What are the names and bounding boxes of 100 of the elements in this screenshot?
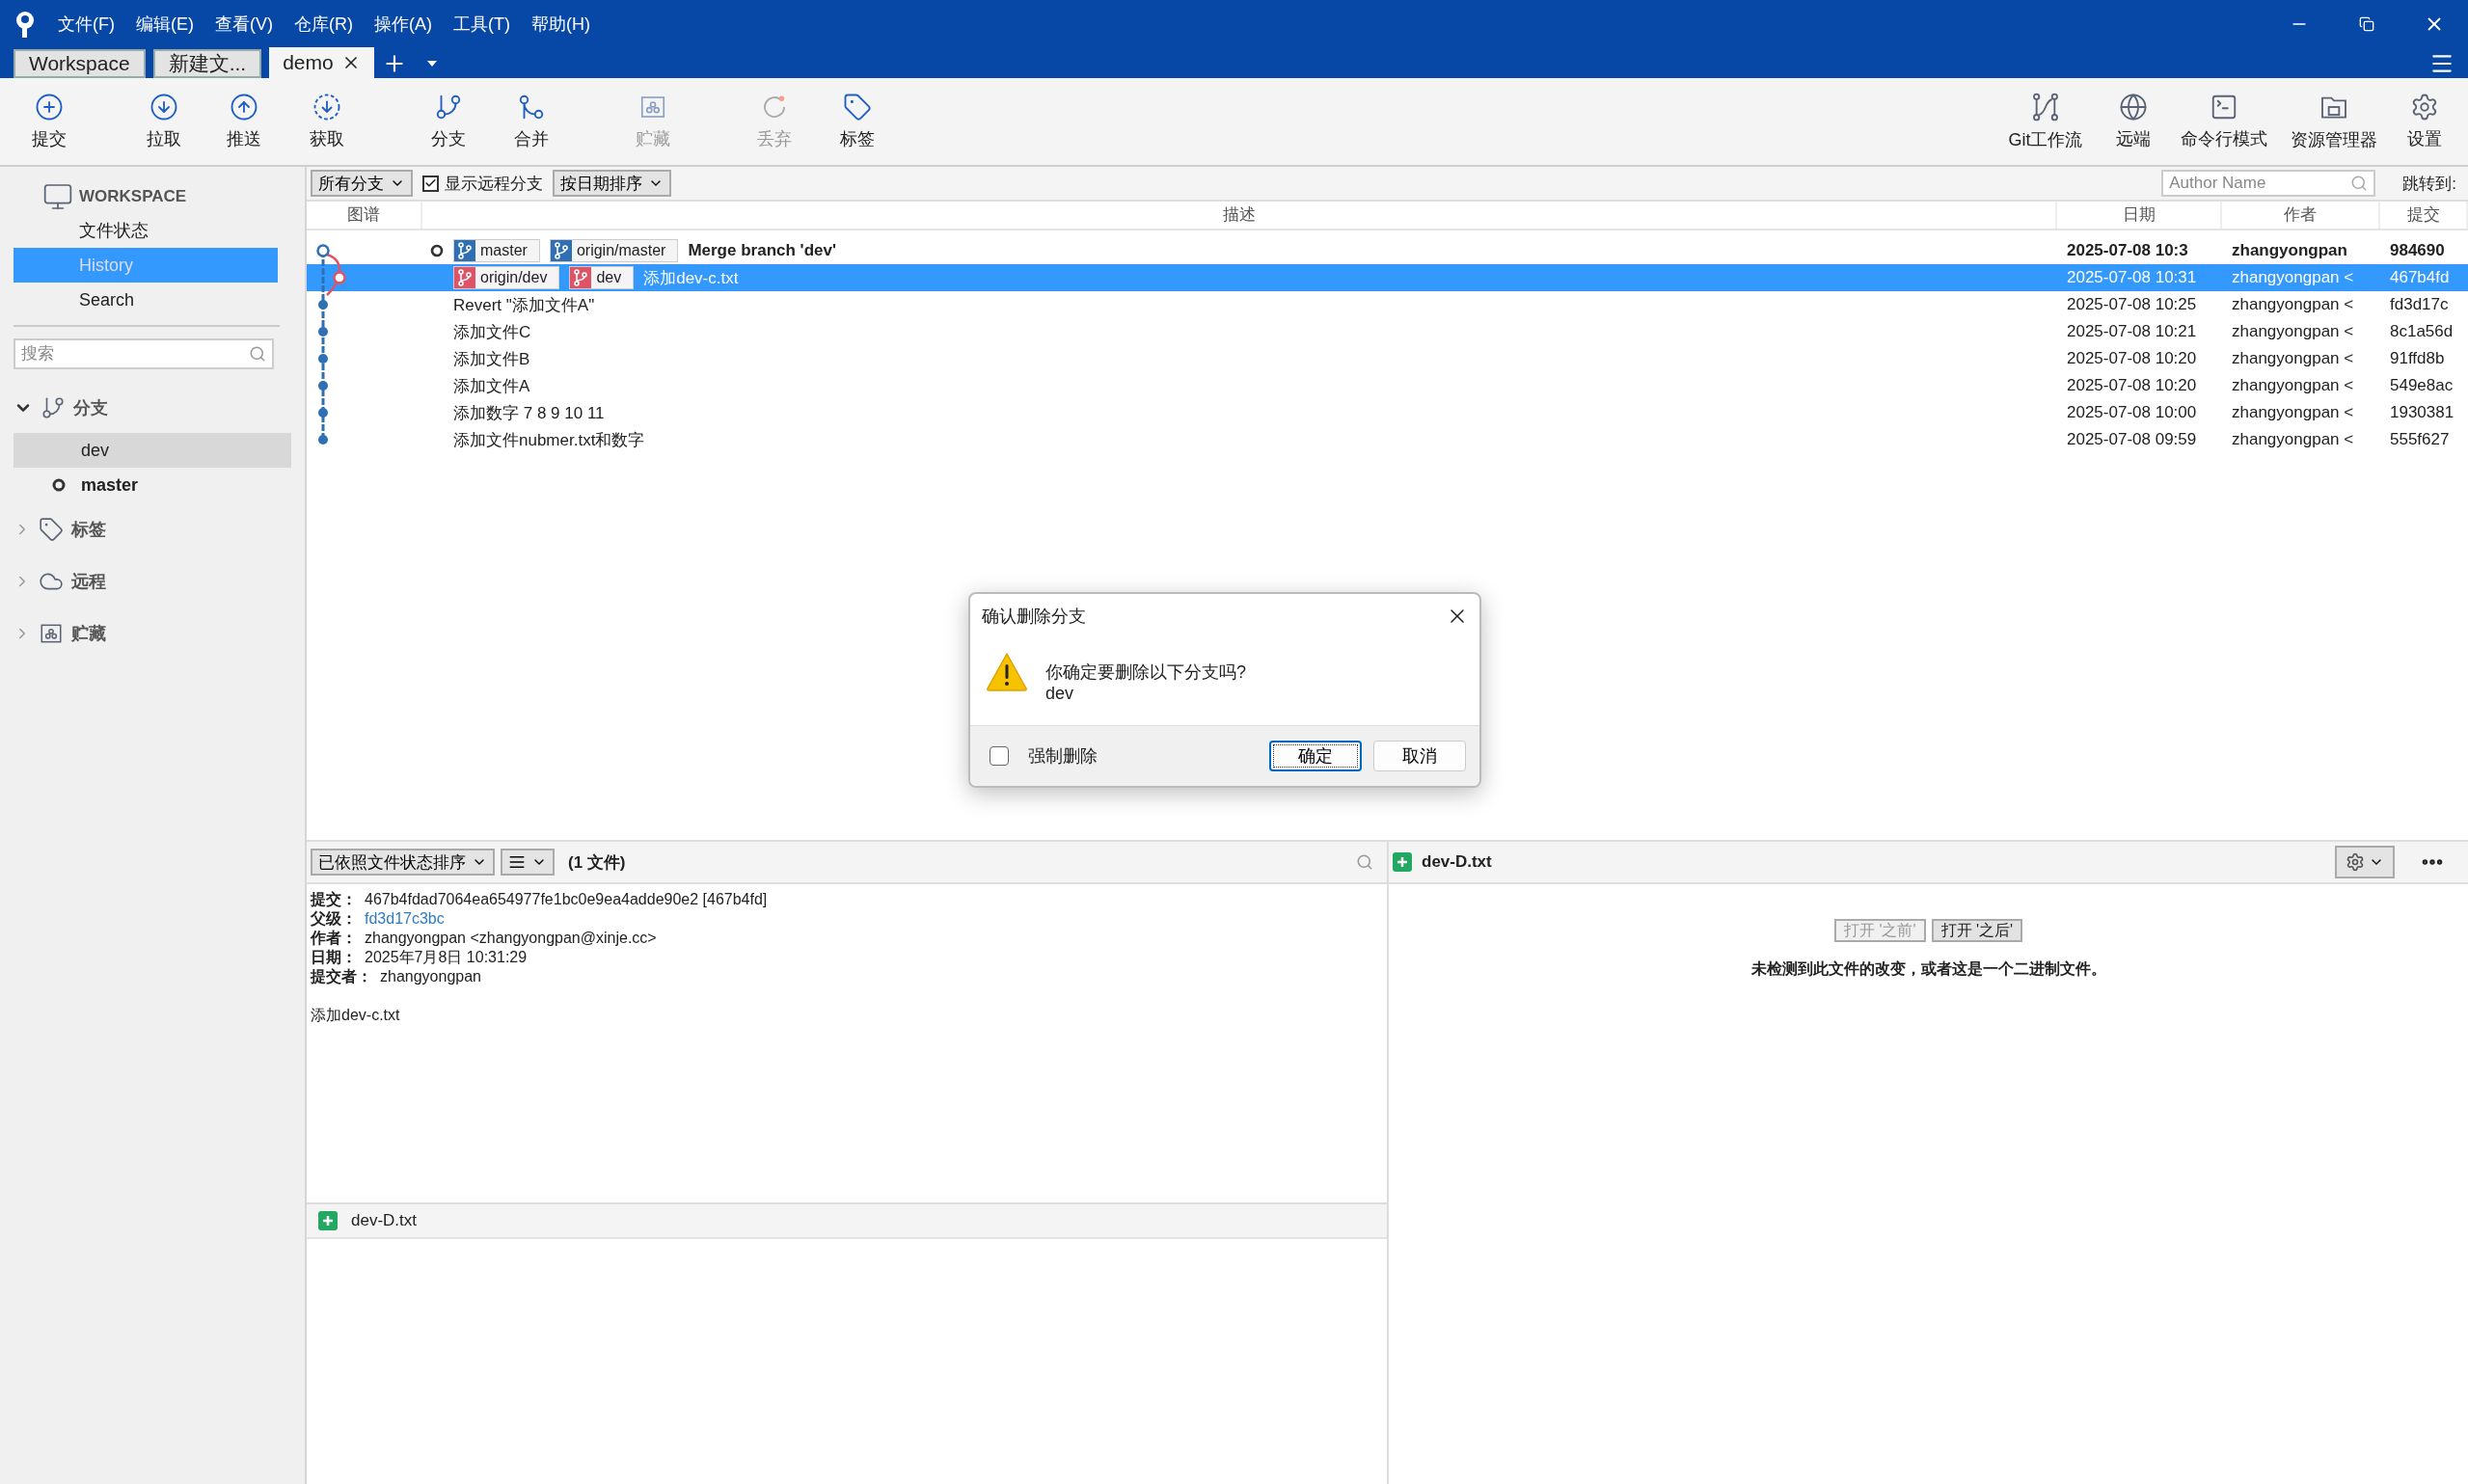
branch-tag[interactable]: origin/master: [549, 239, 679, 262]
toolbar-button[interactable]: 命令行模式: [2171, 83, 2277, 160]
commit-message: Revert "添加文件A": [453, 294, 595, 316]
tab[interactable]: demo: [269, 47, 374, 78]
sort-dropdown[interactable]: 按日期排序: [553, 170, 671, 197]
tab[interactable]: Workspace: [14, 49, 146, 78]
branch-item[interactable]: master: [14, 468, 291, 502]
head-icon: [430, 244, 444, 257]
toolbar-button[interactable]: Git工作流: [1995, 83, 2096, 160]
force-delete-checkbox[interactable]: 强制删除: [990, 744, 1098, 768]
dialog-button[interactable]: 确定: [1269, 741, 1362, 771]
menu-item[interactable]: 操作(A): [374, 12, 432, 36]
file-item[interactable]: dev-D.txt: [307, 1204, 1387, 1239]
toolbar-button[interactable]: 分支: [409, 83, 488, 160]
menu-item[interactable]: 文件(F): [58, 12, 115, 36]
logo-icon: [14, 9, 37, 39]
dialog-button[interactable]: 取消: [1373, 741, 1466, 771]
toolbar-button[interactable]: 推送: [204, 83, 284, 160]
current-branch-icon: [52, 478, 66, 492]
added-file-icon: [1393, 852, 1412, 872]
tab[interactable]: 新建文...: [152, 49, 262, 78]
date-cell-text: 2025-07-08 10:20: [2066, 376, 2198, 395]
branch-item[interactable]: dev: [14, 433, 291, 468]
commit-row[interactable]: 添加文件B 2025-07-08 10:20 zhangyongpan < 91ffd8b: [307, 345, 2468, 372]
column-header[interactable]: 描述: [422, 202, 2057, 229]
commit-row[interactable]: 添加文件nubmer.txt和数字 2025-07-08 09:59 zhangyongpan < 555f627: [307, 426, 2468, 453]
commit-node: [318, 381, 328, 391]
toolbar-button[interactable]: 远端: [2100, 83, 2167, 160]
menu-item[interactable]: 仓库(R): [294, 12, 353, 36]
commit-row[interactable]: Revert "添加文件A" 2025-07-08 10:25 zhangyongpan < fd3d17c: [307, 291, 2468, 318]
branch-dropdown[interactable]: 所有分支: [311, 170, 413, 197]
hash-cell-text: 1930381: [2389, 403, 2455, 422]
search-icon[interactable]: [1356, 853, 1373, 871]
menu-item[interactable]: 帮助(H): [530, 12, 590, 36]
author-cell-text: zhangyongpan <: [2231, 295, 2355, 314]
diff-notice: 未检测到此文件的改变，或者这是一个二进制文件。: [1750, 959, 2106, 979]
branch-name: master: [81, 474, 139, 496]
commit-node: [316, 244, 330, 257]
commit-message: Merge branch 'dev': [688, 241, 836, 260]
commit-message: 添加dev-c.txt: [311, 1006, 401, 1025]
commit-row[interactable]: 添加文件C 2025-07-08 10:21 zhangyongpan < 8c1a56d: [307, 318, 2468, 345]
toolbar-button[interactable]: 拉取: [127, 83, 201, 160]
toolbar-button[interactable]: 标签: [818, 83, 897, 160]
caret-icon[interactable]: [425, 60, 438, 67]
field-label: 提交：: [311, 890, 357, 909]
hash-cell-text: fd3d17c: [2389, 295, 2450, 314]
branch-tag[interactable]: master: [453, 239, 540, 262]
column-header[interactable]: 作者: [2222, 202, 2380, 229]
field-value: 467b4fdad7064ea654977fe1bc0e9ea4adde90e2 [467b4fd]: [365, 890, 768, 909]
hash-cell-text: 467b4fd: [2389, 268, 2451, 287]
commit-row[interactable]: master origin/master Merge branch 'dev' 2025-07-08 10:3 zhangyongpan 984690: [307, 237, 2468, 264]
globe-icon: [2119, 93, 2148, 121]
column-header[interactable]: 日期: [2057, 202, 2222, 229]
toolbar-button[interactable]: 资源管理器: [2281, 83, 2387, 160]
commit-node: [318, 408, 328, 418]
commit-row[interactable]: 添加文件A 2025-07-08 10:20 zhangyongpan < 549e8ac: [307, 372, 2468, 399]
branch-icon: [434, 93, 463, 121]
settings-dropdown[interactable]: [2335, 846, 2395, 878]
toolbar-button[interactable]: 设置: [2391, 83, 2458, 160]
restore-icon[interactable]: [2359, 15, 2374, 32]
tag-icon: [843, 93, 872, 121]
menu-item[interactable]: 工具(T): [453, 12, 510, 36]
sidebar-item[interactable]: Search: [14, 283, 278, 317]
toolbar-button[interactable]: 提交: [10, 83, 89, 160]
sidebar-item[interactable]: 文件状态: [14, 213, 278, 248]
monitor-icon: [42, 181, 73, 212]
menu-item[interactable]: 编辑(E): [136, 12, 194, 36]
date-cell-text: 2025-07-08 10:31: [2066, 268, 2198, 287]
menu-item[interactable]: 查看(V): [215, 12, 273, 36]
open-file-button[interactable]: 打开 '之后': [1931, 919, 2023, 942]
hash-cell-text: 91ffd8b: [2389, 349, 2446, 368]
jump-label: 跳转到:: [2402, 173, 2456, 195]
toolbar-button[interactable]: 获取: [287, 83, 366, 160]
section-title[interactable]: 分支: [73, 396, 108, 419]
commit-message: 添加文件nubmer.txt和数字: [453, 429, 645, 451]
branch-tag[interactable]: origin/dev: [453, 266, 560, 289]
field-value: 2025年7月8日 10:31:29: [365, 948, 528, 967]
field-label: 父级：: [311, 909, 357, 929]
search-field[interactable]: 搜索: [14, 338, 274, 369]
commit-row[interactable]: origin/dev dev 添加dev-c.txt 2025-07-08 10:31 zhangyongpan < 467b4fd: [307, 264, 2468, 291]
section-title[interactable]: 远程: [71, 570, 106, 593]
sort-dropdown[interactable]: 已依照文件状态排序: [311, 849, 495, 876]
column-header[interactable]: 提交: [2380, 202, 2468, 229]
settings-icon: [2410, 93, 2439, 121]
parent-link[interactable]: fd3d17c3bc: [365, 909, 445, 929]
author-search-field[interactable]: Author Name: [2161, 170, 2376, 197]
toolbar-button[interactable]: 合并: [492, 83, 571, 160]
section-title[interactable]: 标签: [71, 518, 106, 541]
commit-row[interactable]: 添加数字 7 8 9 10 11 2025-07-08 10:00 zhangyongpan < 1930381: [307, 399, 2468, 426]
file-count: (1 文件): [568, 851, 626, 874]
list-icon: [508, 853, 526, 871]
section-title[interactable]: 贮藏: [71, 622, 106, 645]
commit-message: 添加文件B: [453, 348, 530, 370]
branch-name: dev: [81, 440, 110, 461]
view-dropdown[interactable]: [501, 849, 555, 876]
commit-node: [318, 354, 328, 364]
remote-branches-checkbox[interactable]: 显示远程分支: [422, 172, 543, 195]
column-header[interactable]: 图谱: [307, 202, 422, 229]
branch-tag[interactable]: dev: [569, 266, 635, 289]
date-cell-text: 2025-07-08 10:00: [2066, 403, 2198, 422]
